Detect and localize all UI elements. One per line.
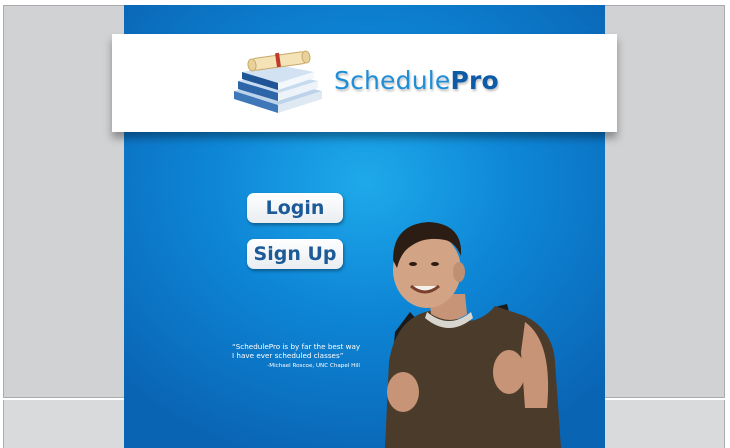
brand-name-part1: Schedule [334, 66, 451, 95]
header-banner: SchedulePro [112, 34, 617, 132]
login-button[interactable]: Login [247, 193, 343, 223]
student-photo [385, 222, 561, 448]
brand-logo-text: SchedulePro [334, 66, 499, 95]
books-diploma-icon [234, 50, 322, 113]
brand-name-part2: Pro [450, 66, 499, 95]
testimonial-attribution: -Michael Roscoe, UNC Chapel Hill [267, 363, 360, 369]
testimonial-quote: “SchedulePro is by far the best way I ha… [232, 342, 361, 360]
signup-button[interactable]: Sign Up [247, 239, 343, 269]
